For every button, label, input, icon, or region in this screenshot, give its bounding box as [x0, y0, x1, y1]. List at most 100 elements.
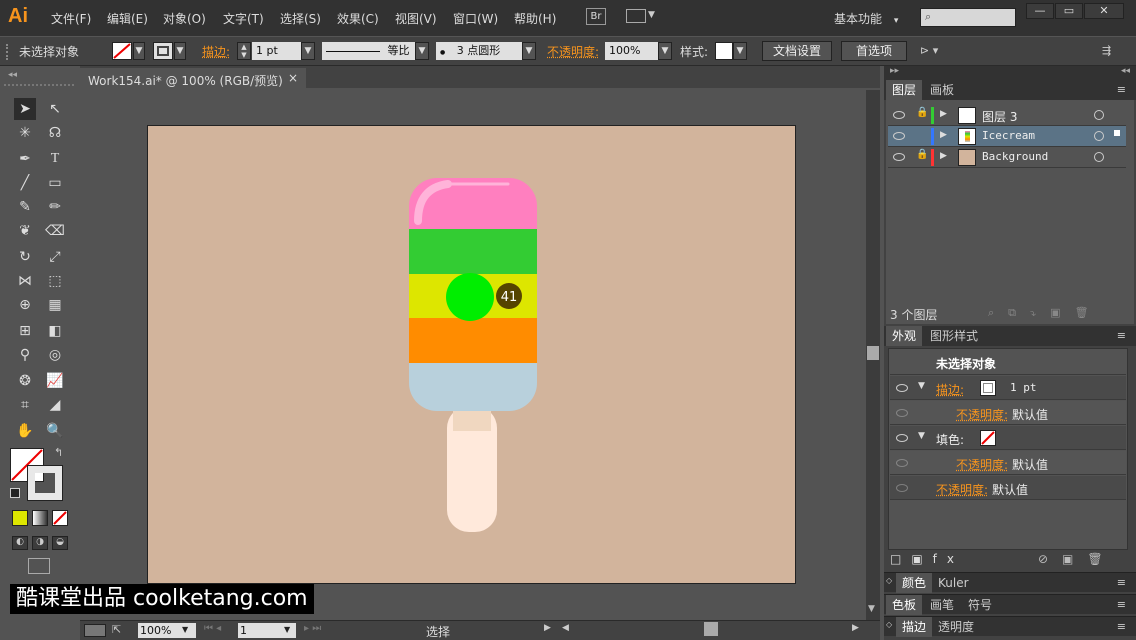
panel-menu-icon[interactable]: ≡ [1117, 576, 1126, 589]
panel-menu-icon[interactable]: ≡ [1117, 598, 1126, 611]
shape-builder-tool-icon[interactable]: ⊕ [14, 294, 36, 316]
free-transform-tool-icon[interactable]: ⬚ [44, 270, 66, 292]
collapse-row-icon[interactable]: ▼ [918, 431, 925, 441]
target-circle-icon[interactable] [1094, 152, 1104, 162]
slice-tool-icon[interactable]: ◢ [44, 394, 66, 416]
stroke-weight-dropdown[interactable]: ▼ [301, 42, 315, 60]
status-artboard-icon[interactable] [84, 624, 106, 637]
vertical-scrollbar[interactable]: ▼ [866, 90, 880, 620]
visibility-eye-icon[interactable] [893, 132, 905, 140]
gradient-mode-button[interactable] [32, 510, 48, 526]
magic-wand-tool-icon[interactable]: ✳ [14, 122, 36, 144]
style-swatch[interactable] [715, 42, 733, 60]
appearance-stroke-row[interactable]: ▼ 描边: 1 pt [890, 376, 1126, 400]
width-tool-icon[interactable]: ⋈ [14, 270, 36, 292]
visibility-eye-icon[interactable] [893, 111, 905, 119]
brush-definition[interactable]: ● 3 点圆形 [436, 42, 522, 60]
screen-mode-icon[interactable] [28, 558, 50, 574]
line-tool-icon[interactable]: ╱ [14, 172, 36, 194]
gradient-tool-icon[interactable]: ◧ [44, 320, 66, 342]
stroke-row-label[interactable]: 描边: [936, 381, 964, 398]
zoom-dropdown-icon[interactable]: ▼ [182, 625, 188, 634]
appearance-footer-right-icons[interactable]: ⊘▣🗑 [1038, 552, 1117, 566]
scroll-thumb[interactable] [867, 346, 879, 360]
workspace-switcher[interactable]: 基本功能 ▾ [834, 10, 898, 27]
perspective-grid-tool-icon[interactable]: ▦ [44, 294, 66, 316]
menu-effect[interactable]: 效果(C) [337, 10, 379, 27]
menu-file[interactable]: 文件(F) [51, 10, 91, 27]
artboard-dropdown-icon[interactable]: ▼ [284, 625, 290, 634]
minimize-button[interactable]: — [1026, 3, 1054, 19]
expand-layer-icon[interactable]: ▶ [940, 151, 947, 161]
panel-menu-icon[interactable]: ≡ [1117, 329, 1126, 342]
first-artboard-icon[interactable]: ⏮ ◂ [204, 623, 221, 634]
layer-name[interactable]: Background [982, 150, 1048, 163]
panel-menu-icon[interactable]: ≡ [1117, 83, 1126, 96]
expand-icon[interactable]: ◇ [886, 620, 892, 629]
opacity-label[interactable]: 不透明度: [547, 43, 599, 60]
preferences-button[interactable]: 首选项 [841, 41, 907, 61]
chevron-down-icon[interactable]: ▼ [648, 10, 655, 20]
target-circle-icon[interactable] [1094, 110, 1104, 120]
appearance-footer-icons[interactable]: □▣fx [890, 552, 964, 566]
hscroll-thumb[interactable] [704, 622, 718, 636]
last-artboard-icon[interactable]: ▸ ⏭ [304, 623, 321, 634]
target-circle-icon[interactable] [1094, 131, 1104, 141]
artboard[interactable]: 41 [147, 125, 796, 584]
tab-layers[interactable]: 图层 [886, 80, 923, 100]
zoom-tool-icon[interactable]: 🔍 [44, 420, 66, 442]
collapse-row-icon[interactable]: ▼ [918, 381, 925, 391]
color-mode-button[interactable] [12, 510, 28, 526]
fill-swatch[interactable] [980, 430, 996, 446]
pen-tool-icon[interactable]: ✒ [14, 148, 36, 170]
tab-graphic-styles[interactable]: 图形样式 [924, 326, 984, 346]
document-tab[interactable]: Work154.ai* @ 100% (RGB/预览) × [80, 68, 306, 90]
scroll-left-icon[interactable]: ◀ [562, 623, 569, 633]
lock-icon[interactable]: 🔒 [916, 149, 928, 160]
opacity-row-label[interactable]: 不透明度: [956, 406, 1008, 423]
visibility-eye-icon[interactable] [893, 153, 905, 161]
draw-normal-icon[interactable]: ◐ [12, 536, 28, 550]
menu-view[interactable]: 视图(V) [395, 10, 437, 27]
menu-select[interactable]: 选择(S) [280, 10, 321, 27]
panel-menu-icon[interactable]: ⇶ [1102, 44, 1111, 57]
swap-colors-icon[interactable]: ↰ [54, 446, 63, 459]
tab-color[interactable]: 颜色 [896, 573, 933, 593]
layer-name[interactable]: Icecream [982, 129, 1035, 142]
collapse-dock-icon[interactable]: ▸▸ [890, 66, 899, 76]
mesh-tool-icon[interactable]: ⊞ [14, 320, 36, 342]
expand-layer-icon[interactable]: ▶ [940, 109, 947, 119]
layer-row[interactable]: 🔒 ▶ 图层 3 [888, 105, 1126, 126]
rotate-tool-icon[interactable]: ↻ [14, 246, 36, 268]
close-tab-icon[interactable]: × [288, 71, 298, 85]
fill-dropdown[interactable]: ▼ [133, 42, 145, 60]
none-mode-button[interactable] [52, 510, 68, 526]
lock-icon[interactable]: 🔒 [916, 107, 928, 118]
export-icon[interactable]: ⇱ [112, 623, 121, 636]
search-input[interactable]: ⌕ [920, 8, 1016, 27]
tab-kuler[interactable]: Kuler [932, 573, 975, 593]
direct-selection-tool-icon[interactable]: ↖ [44, 98, 66, 120]
arrange-documents-icon[interactable] [626, 9, 646, 23]
draw-behind-icon[interactable]: ◑ [32, 536, 48, 550]
variable-width-profile[interactable]: 等比 [322, 42, 416, 60]
document-setup-button[interactable]: 文档设置 [762, 41, 832, 61]
panel-menu-icon[interactable]: ≡ [1117, 620, 1126, 633]
expand-icon[interactable]: ◇ [886, 576, 892, 585]
collapse-dock-icon[interactable]: ◂◂ [1121, 66, 1130, 76]
fill-row-label[interactable]: 填色: [936, 431, 964, 448]
menu-object[interactable]: 对象(O) [163, 10, 206, 27]
paintbrush-tool-icon[interactable]: ✎ [14, 196, 36, 218]
visibility-eye-icon[interactable] [896, 484, 908, 492]
opacity-row-label[interactable]: 不透明度: [936, 481, 988, 498]
opacity-input[interactable]: 100% [605, 42, 659, 60]
visibility-eye-icon[interactable] [896, 434, 908, 442]
menu-help[interactable]: 帮助(H) [514, 10, 556, 27]
artboard-tool-icon[interactable]: ⌗ [14, 394, 36, 416]
tab-stroke[interactable]: 描边 [896, 617, 933, 637]
menu-type[interactable]: 文字(T) [223, 10, 264, 27]
stroke-dropdown[interactable]: ▼ [174, 42, 186, 60]
visibility-eye-icon[interactable] [896, 384, 908, 392]
rectangle-tool-icon[interactable]: ▭ [44, 172, 66, 194]
restore-button[interactable]: ▭ [1055, 3, 1083, 19]
